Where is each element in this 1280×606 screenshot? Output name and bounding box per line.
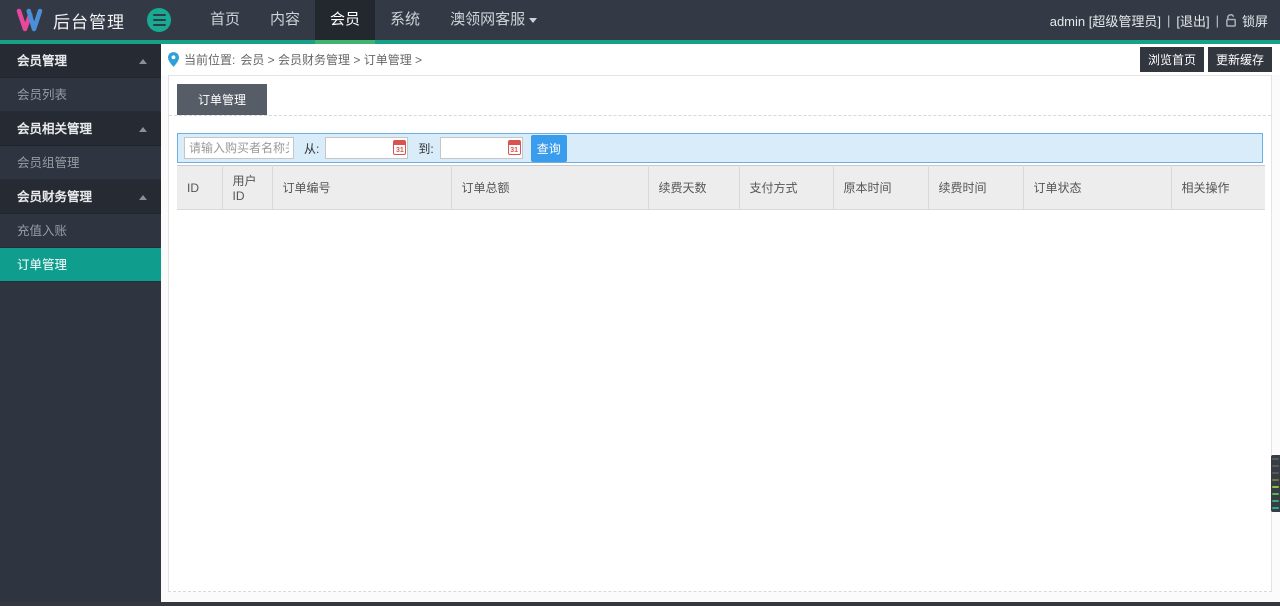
user-name: admin [超级管理员] <box>1049 13 1161 29</box>
nav-item-service-dropdown[interactable]: 澳领网客服 <box>435 0 552 40</box>
search-bar: 从: 到: 查询 <box>177 133 1263 163</box>
sidebar-group-member-management[interactable]: 会员管理 <box>0 44 161 78</box>
lock-screen-button[interactable]: 锁屏 <box>1225 11 1268 30</box>
topbar: 后台管理 首页 内容 会员 系统 澳领网客服 admin [超级管理员] | [… <box>0 0 1280 44</box>
chevron-up-icon <box>139 195 147 200</box>
chevron-down-icon <box>529 17 538 23</box>
breadcrumb-bar: 当前位置: 会员 > 会员财务管理 > 订单管理 > 浏览首页 更新缓存 <box>161 44 1280 75</box>
orders-table-wrap: ID 用户ID 订单编号 订单总额 续费天数 支付方式 原本时间 续费时间 订单… <box>177 165 1265 210</box>
breadcrumb-prefix: 当前位置: <box>184 53 236 67</box>
sidebar-item-order-management[interactable]: 订单管理 <box>0 248 161 282</box>
nav-item-system[interactable]: 系统 <box>375 0 435 40</box>
update-cache-button[interactable]: 更新缓存 <box>1207 47 1272 72</box>
table-header-row: ID 用户ID 订单编号 订单总额 续费天数 支付方式 原本时间 续费时间 订单… <box>177 165 1265 210</box>
col-renew-time: 续费时间 <box>928 165 1024 210</box>
admin-screen: 后台管理 首页 内容 会员 系统 澳领网客服 admin [超级管理员] | [… <box>0 0 1280 606</box>
col-original-time: 原本时间 <box>833 165 929 210</box>
orders-table: ID 用户ID 订单编号 订单总额 续费天数 支付方式 原本时间 续费时间 订单… <box>177 165 1265 210</box>
col-order-status: 订单状态 <box>1023 165 1172 210</box>
nav-item-content[interactable]: 内容 <box>255 0 315 40</box>
calendar-icon[interactable] <box>507 140 521 155</box>
to-label: 到: <box>418 141 434 156</box>
sidebar-group-member-related[interactable]: 会员相关管理 <box>0 112 161 146</box>
sidebar: 会员管理 会员列表 会员相关管理 会员组管理 会员财务管理 充值入账 订单管理 <box>0 44 161 602</box>
nav-item-home[interactable]: 首页 <box>195 0 255 40</box>
unlock-icon <box>1226 14 1236 27</box>
bottom-strip <box>0 602 1280 606</box>
to-date-wrap <box>439 137 523 159</box>
main-content: 当前位置: 会员 > 会员财务管理 > 订单管理 > 浏览首页 更新缓存 订单管… <box>161 44 1280 602</box>
sidebar-item-recharge[interactable]: 充值入账 <box>0 214 161 248</box>
brand-title: 后台管理 <box>53 12 125 32</box>
tab-order-management[interactable]: 订单管理 <box>177 84 268 115</box>
location-pin-icon <box>168 52 179 67</box>
nav-item-members[interactable]: 会员 <box>315 0 376 44</box>
top-actions: 浏览首页 更新缓存 <box>1139 47 1272 72</box>
col-renew-days: 续费天数 <box>648 165 740 210</box>
sidebar-item-member-group[interactable]: 会员组管理 <box>0 146 161 180</box>
browse-home-button[interactable]: 浏览首页 <box>1139 47 1204 72</box>
chevron-up-icon <box>139 59 147 64</box>
sidebar-group-member-finance[interactable]: 会员财务管理 <box>0 180 161 214</box>
sidebar-toggle-button[interactable] <box>147 8 171 32</box>
col-operations: 相关操作 <box>1171 165 1265 210</box>
tab-row: 订单管理 <box>169 76 1271 116</box>
col-pay-method: 支付方式 <box>739 165 834 210</box>
col-user-id: 用户ID <box>222 165 273 210</box>
sidebar-item-member-list[interactable]: 会员列表 <box>0 78 161 112</box>
main-nav: 首页 内容 会员 系统 澳领网客服 <box>195 0 552 44</box>
from-label: 从: <box>304 141 320 156</box>
col-order-no: 订单编号 <box>272 165 452 210</box>
from-date-wrap <box>325 137 409 159</box>
calendar-icon[interactable] <box>393 140 407 155</box>
buyer-keyword-input[interactable] <box>184 137 294 159</box>
col-id: ID <box>177 165 223 210</box>
brand-logo-icon <box>16 8 43 32</box>
logout-link[interactable]: [退出] <box>1176 11 1209 30</box>
col-order-total: 订单总额 <box>451 165 649 210</box>
topbar-accent-line <box>0 40 1280 44</box>
breadcrumb-path[interactable]: 会员 > 会员财务管理 > 订单管理 > <box>240 51 422 68</box>
query-button[interactable]: 查询 <box>530 134 567 162</box>
content-panel: 订单管理 从: 到: 查询 <box>168 75 1272 592</box>
floating-widget[interactable] <box>1271 455 1280 512</box>
user-area: admin [超级管理员] | [退出] | 锁屏 <box>1049 11 1268 30</box>
chevron-up-icon <box>139 127 147 132</box>
